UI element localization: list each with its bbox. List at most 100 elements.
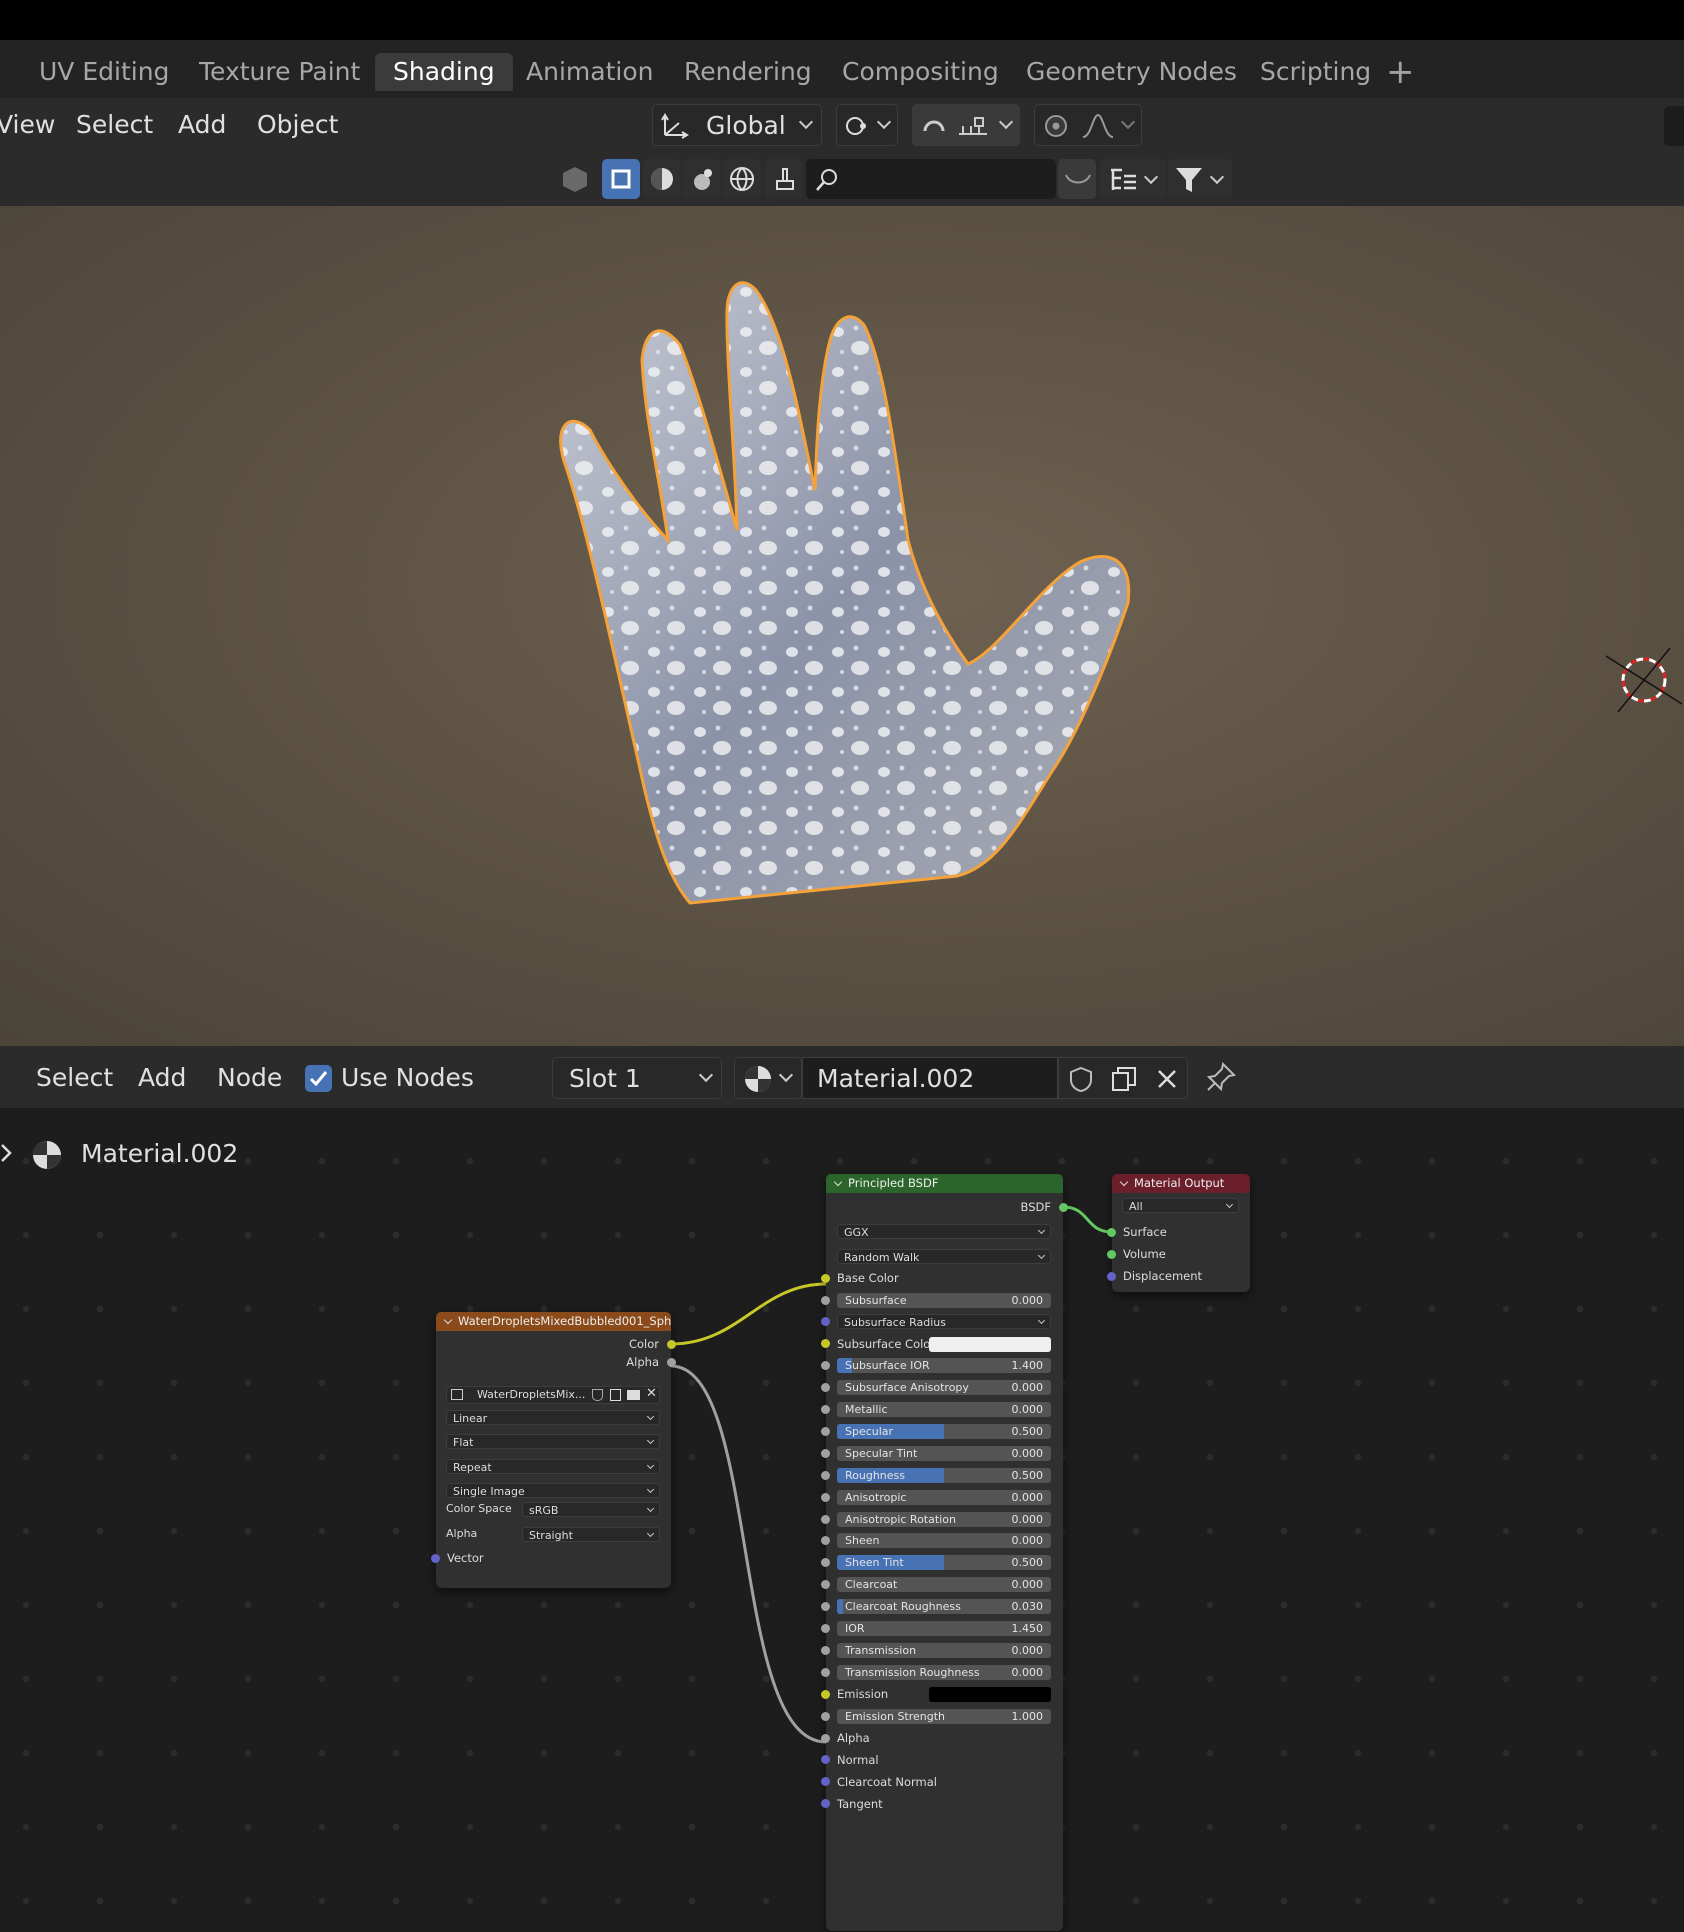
- socket-5[interactable]: [821, 1448, 830, 1458]
- socket-11[interactable]: [821, 1580, 830, 1590]
- alpha-mode-select[interactable]: Straight: [522, 1527, 660, 1542]
- tab-texture-paint[interactable]: Texture Paint: [199, 53, 360, 91]
- socket-clearcoat-normal[interactable]: [821, 1777, 830, 1787]
- image-node-title[interactable]: WaterDropletsMixedBubbled001_Sphere...: [436, 1312, 671, 1331]
- value-slider[interactable]: Transmission Roughness 0.000: [837, 1664, 1051, 1680]
- socket-9[interactable]: [821, 1536, 830, 1546]
- display-mode-dropdown[interactable]: [1100, 159, 1166, 199]
- socket-7[interactable]: [821, 1492, 830, 1502]
- projection-select[interactable]: Flat: [446, 1434, 660, 1449]
- socket-14[interactable]: [821, 1645, 830, 1655]
- duplicate-icon[interactable]: [610, 1389, 621, 1401]
- tab-geometry-nodes[interactable]: Geometry Nodes: [1026, 53, 1237, 91]
- material-name-field[interactable]: Material.002: [802, 1057, 1058, 1099]
- emission-color-swatch[interactable]: [929, 1687, 1051, 1703]
- fake-user-shield-icon[interactable]: [592, 1389, 603, 1401]
- socket-color[interactable]: [667, 1339, 676, 1349]
- socket-2[interactable]: [821, 1383, 830, 1393]
- socket-4[interactable]: [821, 1426, 830, 1436]
- filter-dropdown[interactable]: [1168, 159, 1232, 199]
- value-slider[interactable]: Clearcoat 0.000: [837, 1577, 1051, 1593]
- menu-object[interactable]: Object: [257, 110, 338, 139]
- xray-toggle-button[interactable]: [602, 159, 640, 199]
- rendered-shading-button[interactable]: [723, 159, 761, 199]
- socket-tangent[interactable]: [821, 1799, 830, 1809]
- pin-icon[interactable]: [1205, 1061, 1237, 1093]
- value-slider[interactable]: Sheen Tint 0.500: [837, 1555, 1051, 1571]
- node-editor-canvas[interactable]: Material.002 WaterDropletsMixedBubbled00…: [0, 1108, 1684, 1932]
- menu-add[interactable]: Add: [138, 1063, 186, 1092]
- output-target-select[interactable]: All: [1122, 1198, 1239, 1213]
- material-preview-button[interactable]: [683, 159, 721, 199]
- socket-emission[interactable]: [821, 1689, 830, 1699]
- socket-alpha[interactable]: [667, 1357, 676, 1367]
- socket-subsurface-color[interactable]: [821, 1339, 830, 1349]
- transform-orientation-dropdown[interactable]: Global: [652, 104, 822, 146]
- fake-user-shield-icon[interactable]: [1067, 1065, 1095, 1093]
- tab-uv-editing[interactable]: UV Editing: [39, 53, 169, 91]
- socket-volume[interactable]: [1107, 1249, 1116, 1259]
- socket-3[interactable]: [821, 1405, 830, 1414]
- socket-base-color[interactable]: [821, 1273, 830, 1283]
- material-output-node[interactable]: Material Output All Surface Volume Displ…: [1107, 1174, 1250, 1292]
- menu-select[interactable]: Select: [76, 110, 153, 139]
- output-node-title[interactable]: Material Output: [1112, 1174, 1250, 1193]
- browse-material-button[interactable]: [734, 1057, 802, 1099]
- solid-shading-button[interactable]: [643, 159, 681, 199]
- close-icon[interactable]: ✕: [646, 1386, 657, 1401]
- socket-1[interactable]: [821, 1361, 830, 1371]
- snap-toggle[interactable]: [912, 104, 1020, 146]
- menu-node[interactable]: Node: [217, 1063, 282, 1092]
- socket-16[interactable]: [821, 1711, 830, 1721]
- socket-10[interactable]: [821, 1558, 830, 1568]
- value-slider[interactable]: Subsurface Anisotropy 0.000: [837, 1380, 1051, 1396]
- value-slider[interactable]: Subsurface IOR 1.400: [837, 1358, 1051, 1374]
- add-workspace-button[interactable]: +: [1386, 53, 1415, 91]
- value-slider[interactable]: Roughness 0.500: [837, 1467, 1051, 1483]
- color-space-select[interactable]: sRGB: [522, 1502, 660, 1517]
- value-slider[interactable]: Metallic 0.000: [837, 1402, 1051, 1417]
- socket-surface[interactable]: [1107, 1227, 1116, 1237]
- subsurface-color-swatch[interactable]: [929, 1336, 1051, 1352]
- value-slider[interactable]: Subsurface 0.000: [837, 1292, 1051, 1308]
- proportional-editing-toggle[interactable]: [1034, 104, 1142, 146]
- socket-subsurface-radius[interactable]: [821, 1317, 830, 1327]
- subsurface-radius-select[interactable]: Subsurface Radius: [837, 1314, 1051, 1330]
- bsdf-node-title[interactable]: Principled BSDF: [826, 1174, 1063, 1193]
- pivot-point-dropdown[interactable]: [836, 104, 898, 146]
- socket-13[interactable]: [821, 1624, 830, 1633]
- wireframe-cube-icon[interactable]: [560, 164, 590, 194]
- tab-rendering[interactable]: Rendering: [684, 53, 812, 91]
- value-slider[interactable]: Clearcoat Roughness 0.030: [837, 1599, 1051, 1615]
- folder-icon[interactable]: [627, 1390, 640, 1400]
- value-slider[interactable]: Anisotropic 0.000: [837, 1489, 1051, 1505]
- distribution-select[interactable]: GGX: [837, 1224, 1051, 1239]
- tab-scripting[interactable]: Scripting: [1260, 53, 1371, 91]
- socket-6[interactable]: [821, 1470, 830, 1480]
- value-slider[interactable]: Sheen 0.000: [837, 1533, 1051, 1549]
- principled-bsdf-node[interactable]: Principled BSDF BSDF GGX Random Walk Bas…: [821, 1174, 1068, 1931]
- socket-vector[interactable]: [431, 1553, 440, 1563]
- use-nodes-checkbox[interactable]: [305, 1065, 332, 1092]
- menu-view[interactable]: View: [0, 110, 55, 139]
- 3d-viewport[interactable]: [0, 206, 1684, 1046]
- value-slider[interactable]: Emission Strength 1.000: [837, 1708, 1051, 1724]
- search-input[interactable]: [806, 159, 1056, 199]
- slot-dropdown[interactable]: Slot 1: [552, 1057, 722, 1099]
- paint-button[interactable]: [765, 159, 803, 199]
- socket-15[interactable]: [821, 1667, 830, 1677]
- socket-normal[interactable]: [821, 1755, 830, 1765]
- socket-bsdf[interactable]: [1059, 1202, 1068, 1212]
- image-texture-node[interactable]: WaterDropletsMixedBubbled001_Sphere... C…: [431, 1312, 676, 1588]
- interpolation-select[interactable]: Linear: [446, 1410, 660, 1425]
- socket-displacement[interactable]: [1107, 1271, 1116, 1281]
- tab-animation[interactable]: Animation: [526, 53, 653, 91]
- socket-8[interactable]: [821, 1514, 830, 1524]
- value-slider[interactable]: Specular 0.500: [837, 1423, 1051, 1439]
- extension-select[interactable]: Repeat: [446, 1459, 660, 1474]
- menu-add[interactable]: Add: [178, 110, 226, 139]
- value-slider[interactable]: Specular Tint 0.000: [837, 1445, 1051, 1461]
- options-button[interactable]: [1664, 106, 1684, 146]
- menu-select[interactable]: Select: [36, 1063, 113, 1092]
- socket-0[interactable]: [821, 1295, 830, 1305]
